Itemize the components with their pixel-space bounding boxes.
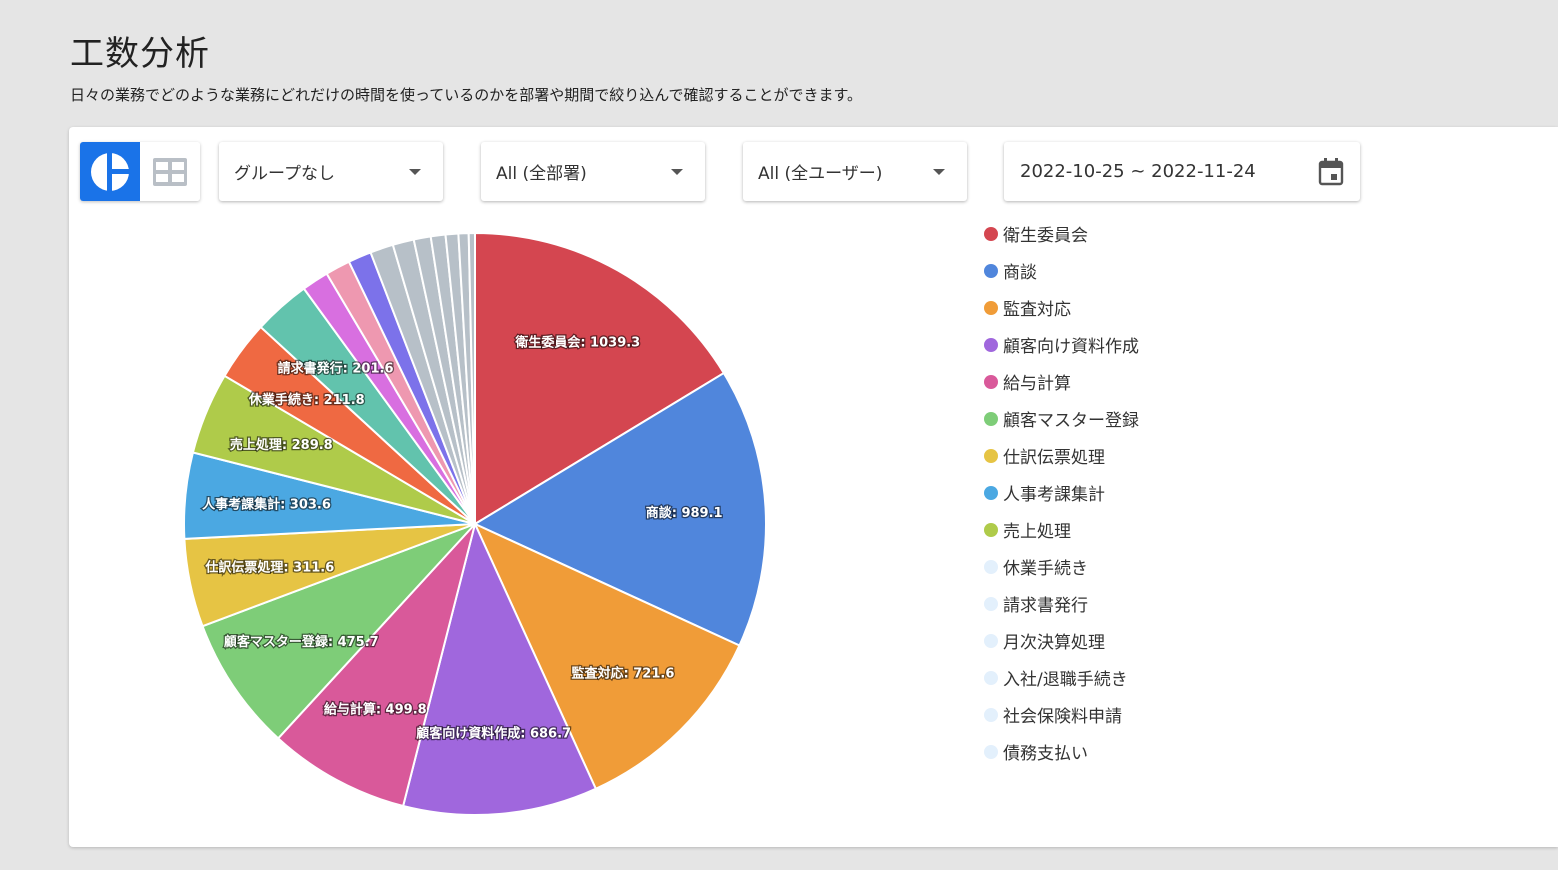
pie-slice-label-6: 仕訳伝票処理: 311.6 [204,560,334,576]
pie-slice-label-7: 人事考課集計: 303.6 [202,496,331,512]
pie-slice-label-9: 休業手続き: 211.8 [248,392,365,408]
legend-item[interactable]: 衛生委員会 [984,215,1139,252]
legend-label: 社会保険料申請 [1003,707,1122,727]
legend-dot [984,374,998,389]
legend-dot [984,485,998,500]
legend-item[interactable]: 給与計算 [984,363,1139,400]
analysis-card: グループなし All (全部署) All (全ユーザー) 2022-10-25 … [69,127,1558,847]
legend-item[interactable]: 社会保険料申請 [984,696,1139,733]
legend-dot [984,596,998,611]
legend-item[interactable]: 売上処理 [984,511,1139,548]
legend-dot [984,263,998,278]
legend-dot [984,744,998,759]
chart-legend: 衛生委員会商談監査対応顧客向け資料作成 給与計算顧客マスター登録 仕訳伝票処理 人事考… [984,215,1139,770]
legend-item[interactable]: 商談 [984,252,1139,289]
legend-dot [984,707,998,722]
legend-label: 休業手続き [1003,559,1088,579]
pie-slice-label-0: 衛生委員会: 1039.3 [514,334,640,350]
pie-slice-label-5: 顧客マスター登録: 475.7 [224,634,379,650]
legend-label: 給与計算 [1003,374,1071,394]
legend-label: 仕訳伝票処理 [1003,448,1105,468]
legend-label: 請求書発行 [1003,596,1088,616]
legend-label: 監査対応 [1003,300,1071,320]
pie-slice-label-2: 監査対応: 721.6 [572,665,675,681]
pie-slice-label-10: 請求書発行: 201.6 [278,361,394,377]
legend-label: 顧客マスター登録 [1003,411,1139,431]
legend-dot [984,522,998,537]
legend-item[interactable]: 監査対応 [984,289,1139,326]
legend-dot [984,559,998,574]
pie-chart: 衛生委員会: 1039.3 商談: 989.1 監査対応: 721.6 顧客向け資料作… [183,231,767,816]
legend-dot [984,448,998,463]
pie-slice-label-4: 給与計算: 499.8 [324,701,427,717]
legend-dot [984,337,998,352]
legend-dot [984,226,998,241]
legend-item[interactable]: 月次決算処理 [984,622,1139,659]
legend-item[interactable]: 仕訳伝票処理 [984,437,1139,474]
pie-slice-label-8: 売上処理: 289.8 [230,437,333,453]
date-range-field[interactable]: 2022-10-25 ~ 2022-11-24 [1004,142,1360,201]
page-subtitle: 日々の業務でどのような業務にどれだけの時間を使っているのかを部署や期間で絞り込ん… [70,86,863,104]
legend-item[interactable]: 顧客マスター登録 [984,400,1139,437]
page-title: 工数分析 [70,34,210,74]
legend-label: 人事考課集計 [1003,485,1105,505]
legend-item[interactable]: 顧客向け資料作成 [984,326,1139,363]
legend-label: 商談 [1003,263,1037,283]
legend-dot [984,670,998,685]
pie-slice-label-3: 顧客向け資料作成: 686.7 [416,726,571,742]
legend-item[interactable]: 休業手続き [984,548,1139,585]
legend-label: 債務支払い [1003,744,1088,764]
legend-item[interactable]: 債務支払い [984,733,1139,770]
legend-label: 売上処理 [1003,522,1071,542]
legend-item[interactable]: 人事考課集計 [984,474,1139,511]
legend-dot [984,633,998,648]
date-range-value: 2022-10-25 ~ 2022-11-24 [1020,161,1256,182]
legend-dot [984,300,998,315]
legend-label: 入社/退職手続き [1003,670,1128,690]
legend-item[interactable]: 請求書発行 [984,585,1139,622]
legend-dot [984,411,998,426]
calendar-icon[interactable] [1318,158,1344,186]
legend-label: 衛生委員会 [1003,226,1088,246]
legend-label: 顧客向け資料作成 [1003,337,1139,357]
legend-label: 月次決算処理 [1003,633,1105,653]
pie-slice-label-1: 商談: 989.1 [646,505,723,521]
legend-item[interactable]: 入社/退職手続き [984,659,1139,696]
